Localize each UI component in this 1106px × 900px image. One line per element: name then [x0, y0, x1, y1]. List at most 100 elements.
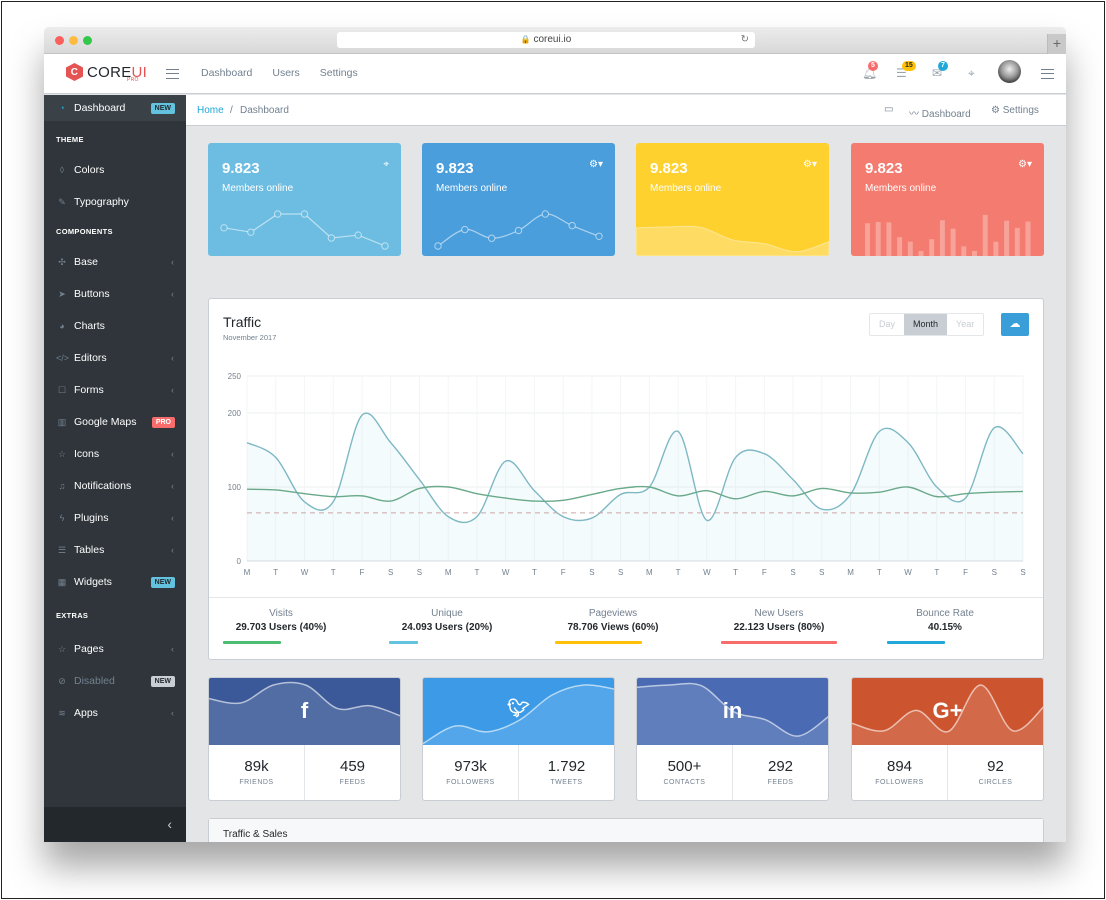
nav-dashboard[interactable]: Dashboard — [201, 67, 252, 79]
social-card-facebook: f 89k FRIENDS 459 FEEDS — [208, 677, 401, 801]
settings-dropdown-icon[interactable]: ⚙▾ — [589, 159, 603, 170]
sparkline-point — [247, 228, 255, 236]
browser-window: 🔒 coreui.io ↻ + C CORE UI PRO Dashboard U… — [44, 27, 1066, 842]
settings-dropdown-icon[interactable]: ⚙▾ — [803, 159, 817, 170]
range-day-button[interactable]: Day — [870, 314, 904, 335]
sidebar-item-label: Icons — [74, 448, 100, 460]
social-stat: 92 CIRCLES — [947, 745, 1043, 800]
nav-users[interactable]: Users — [272, 67, 299, 79]
metric-title: New Users — [754, 608, 804, 619]
map-icon: ▥ — [57, 416, 67, 427]
settings-dropdown-icon[interactable]: ⚙▾ — [1018, 159, 1032, 170]
social-stat-value: 92 — [987, 758, 1004, 775]
x-tick-label: W — [904, 568, 912, 577]
minimize-window-button[interactable] — [69, 36, 78, 45]
x-tick-label: T — [474, 568, 479, 577]
address-bar[interactable]: 🔒 coreui.io ↻ — [337, 32, 755, 48]
sidebar-item-colors[interactable]: ◊ Colors — [44, 157, 186, 183]
maximize-window-button[interactable] — [83, 36, 92, 45]
x-tick-label: T — [934, 568, 939, 577]
sidebar-item-typography[interactable]: ✎ Typography — [44, 189, 186, 215]
download-button[interactable]: ☁ — [1001, 313, 1029, 336]
nav-settings[interactable]: Settings — [320, 67, 358, 79]
range-month-button[interactable]: Month — [904, 314, 948, 335]
user-avatar[interactable] — [998, 60, 1021, 83]
sidebar-item-dashboard[interactable]: ◔ Dashboard NEW — [44, 95, 186, 121]
area-series — [636, 225, 829, 256]
range-year-button[interactable]: Year — [947, 314, 983, 335]
chevron-left-icon: ‹ — [171, 385, 174, 395]
stat-value: 9.823 — [222, 160, 260, 177]
sidebar-item-charts[interactable]: ◕ Charts — [44, 313, 186, 339]
breadcrumb-home[interactable]: Home — [197, 105, 224, 116]
stat-label: Members online — [865, 183, 937, 194]
breadcrumb-dashboard-link[interactable]: 〰 Dashboard — [909, 105, 971, 120]
bar — [918, 250, 924, 256]
sidebar-toggle-button[interactable] — [166, 69, 179, 79]
stat-card: 9.823 Members online ⚙▾ — [422, 143, 615, 256]
tasks-button[interactable]: ☰ 15 — [896, 61, 916, 80]
sparkline-point — [220, 224, 228, 232]
x-tick-label: S — [589, 568, 594, 577]
bar — [897, 237, 903, 256]
sidebar-section-theme: THEME — [56, 135, 84, 144]
chevron-left-icon: ‹ — [171, 644, 174, 654]
sidebar-item-forms[interactable]: ☐ Forms ‹ — [44, 377, 186, 403]
new-tab-button[interactable]: + — [1047, 34, 1066, 54]
social-stat-label: CIRCLES — [978, 779, 1013, 786]
sidebar-item-tables[interactable]: ☰ Tables ‹ — [44, 537, 186, 563]
sidebar-item-plugins[interactable]: ϟ Plugins ‹ — [44, 505, 186, 531]
social-stat-value: 459 — [339, 758, 366, 775]
traffic-sales-card: Traffic & Sales — [208, 818, 1044, 842]
range-toggle: Day Month Year — [869, 313, 985, 336]
sparkline-point — [461, 225, 469, 234]
logo-mark-icon: C — [66, 63, 83, 81]
social-stat-value: 292 — [767, 758, 794, 775]
bar — [993, 241, 999, 256]
sidebar-item-label: Colors — [74, 164, 105, 176]
x-tick-label: T — [273, 568, 278, 577]
linkedin-icon: in — [722, 698, 743, 723]
notifications-button[interactable]: 🔔︎ 5 — [862, 61, 878, 80]
x-tick-label: F — [360, 568, 365, 577]
twitter-icon: 🐦︎ — [507, 698, 530, 718]
traffic-title: Traffic — [223, 314, 262, 330]
social-stat-value: 500+ — [667, 758, 702, 775]
sidebar-item-google-maps[interactable]: ▥ Google Maps PRO — [44, 409, 186, 435]
bar — [886, 222, 892, 256]
coreui-logo[interactable]: C CORE UI PRO — [66, 63, 147, 83]
sidebar-item-notifications[interactable]: ♫ Notifications ‹ — [44, 473, 186, 499]
messages-badge: 7 — [938, 61, 948, 71]
chevron-left-icon: ‹ — [171, 513, 174, 523]
social-stat: 500+ CONTACTS — [637, 745, 732, 800]
metric-progress-bar — [887, 641, 945, 644]
sidebar-item-pages[interactable]: ☆ Pages ‹ — [44, 636, 186, 662]
sidebar-item-widgets[interactable]: ▦ Widgets NEW — [44, 569, 186, 595]
breadcrumb-settings-link[interactable]: ⚙ Settings — [991, 105, 1039, 116]
aside-menu-toggle-button[interactable] — [1041, 69, 1054, 79]
sidebar-item-buttons[interactable]: ➤ Buttons ‹ — [44, 281, 186, 307]
close-window-button[interactable] — [55, 36, 64, 45]
sidebar-item-icons[interactable]: ☆ Icons ‹ — [44, 441, 186, 467]
sidebar-item-editors[interactable]: </> Editors ‹ — [44, 345, 186, 371]
sidebar-item-base[interactable]: ✣ Base ‹ — [44, 249, 186, 275]
location-button[interactable]: ⌖ — [968, 66, 975, 81]
speech-icon[interactable]: ▭ — [884, 104, 893, 115]
calculator-icon: ▦ — [57, 576, 67, 587]
messages-button[interactable]: ✉ 7 — [932, 61, 948, 80]
sidebar-minimizer-button[interactable]: ‹ — [44, 807, 186, 842]
bar — [1014, 227, 1020, 256]
drop-icon: ◊ — [59, 165, 65, 175]
social-stat: 459 FEEDS — [304, 745, 400, 800]
x-tick-label: S — [819, 568, 824, 577]
reload-icon[interactable]: ↻ — [741, 32, 749, 48]
sidebar-item-apps[interactable]: ≋ Apps ‹ — [44, 700, 186, 726]
metric-value: 22.123 Users (80%) — [733, 622, 825, 633]
social-stat-label: CONTACTS — [663, 779, 706, 786]
social-header: 🐦︎ — [423, 678, 614, 745]
sidebar-item-label: Tables — [74, 544, 105, 556]
x-tick-label: M — [244, 568, 251, 577]
location-pin-icon[interactable]: ⌖ — [383, 159, 389, 170]
metric-title: Bounce Rate — [916, 608, 974, 619]
stat-area-chart — [636, 225, 829, 256]
